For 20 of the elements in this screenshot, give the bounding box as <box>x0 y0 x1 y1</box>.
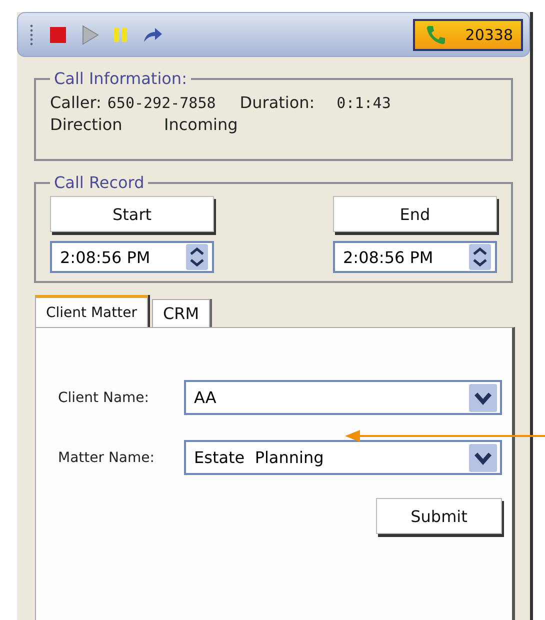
caller-value: 650-292-7858 <box>107 93 216 114</box>
group-title: Call Record <box>53 173 146 192</box>
record-button[interactable]: End <box>333 196 497 232</box>
time-field[interactable]: 2:08:56 PM <box>50 241 214 273</box>
duration-value: 0:1:43 <box>336 93 391 114</box>
record-button[interactable]: Start <box>50 196 214 232</box>
extension-button[interactable]: 20338 <box>413 18 523 50</box>
direction-label: Direction <box>50 114 124 136</box>
caller-label: Caller: <box>50 92 102 114</box>
field-label: Client Name: <box>58 390 150 406</box>
group-title: Call Information: <box>53 69 188 88</box>
duration-label: Duration: <box>240 92 315 114</box>
dropdown-field[interactable]: AA <box>184 380 502 415</box>
field-label: Matter Name: <box>58 450 156 466</box>
tab[interactable]: CRM <box>152 299 210 327</box>
submit-button[interactable]: Submit <box>376 498 502 534</box>
dropdown-field[interactable]: Estate Planning <box>184 440 502 475</box>
direction-value: Incoming <box>164 114 238 136</box>
time-field[interactable]: 2:08:56 PM <box>333 241 497 273</box>
tab[interactable]: Client Matter <box>35 295 148 327</box>
